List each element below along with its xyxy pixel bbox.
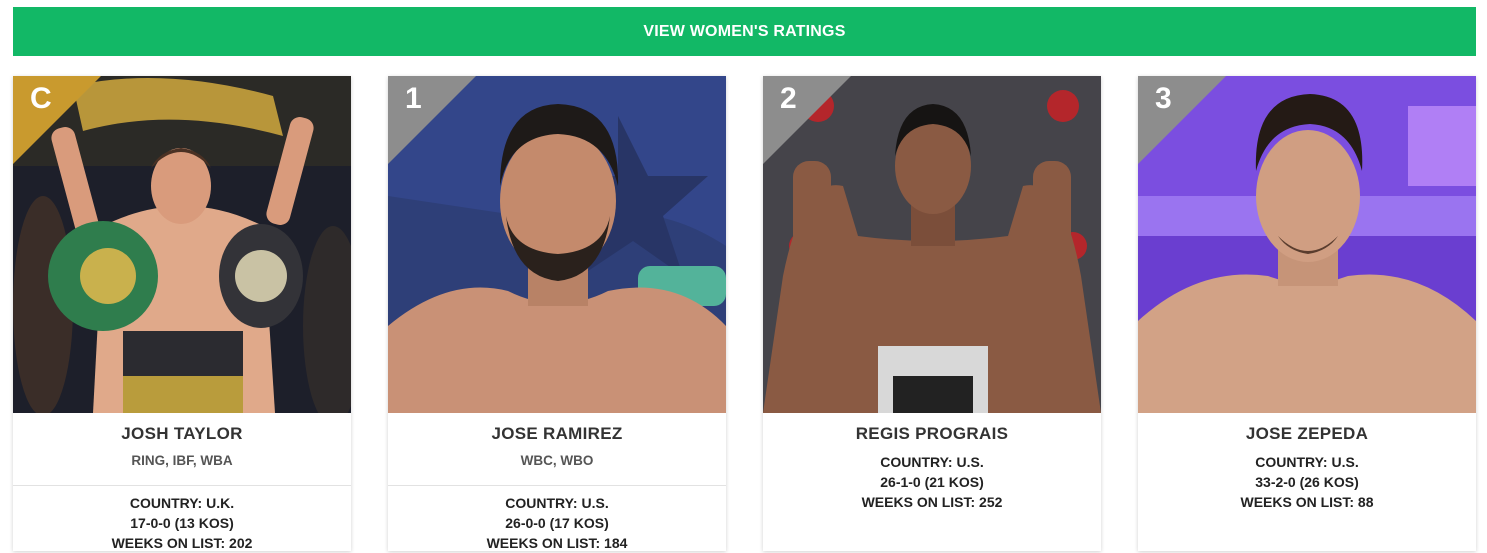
fighter-weeks: WEEKS ON LIST: 252 — [861, 494, 1003, 510]
fighter-record: 17-0-0 (13 KOS) — [130, 515, 234, 531]
rank-corner-badge — [388, 76, 476, 164]
fighter-weeks: WEEKS ON LIST: 202 — [111, 535, 253, 551]
fighter-weeks: WEEKS ON LIST: 88 — [1240, 494, 1374, 510]
fighter-name[interactable]: JOSE ZEPEDA — [1138, 424, 1476, 444]
fighter-card[interactable]: 2 REGIS PROGRAIS COUNTRY: U.S. 26-1-0 (2… — [763, 76, 1101, 551]
rank-corner-badge — [763, 76, 851, 164]
rank-corner-badge — [1138, 76, 1226, 164]
rank-label: 2 — [780, 82, 797, 115]
fighter-belts: WBC, WBO — [520, 453, 594, 468]
fighter-name[interactable]: REGIS PROGRAIS — [763, 424, 1101, 444]
fighter-country: COUNTRY: U.S. — [1255, 454, 1359, 470]
rank-label: 1 — [405, 82, 422, 115]
fighter-country: COUNTRY: U.S. — [880, 454, 984, 470]
fighter-record: 26-1-0 (21 KOS) — [880, 474, 984, 490]
fighter-stats: COUNTRY: U.S. 26-1-0 (21 KOS) WEEKS ON L… — [763, 452, 1101, 512]
champion-corner-badge — [13, 76, 101, 164]
fighter-record: 26-0-0 (17 KOS) — [505, 515, 609, 531]
fighter-photo[interactable]: 2 — [763, 76, 1101, 413]
rank-label: C — [30, 82, 52, 115]
fighter-weeks: WEEKS ON LIST: 184 — [486, 535, 628, 551]
fighter-photo[interactable]: C — [13, 76, 351, 413]
view-womens-ratings-button[interactable]: VIEW WOMEN'S RATINGS — [13, 7, 1476, 56]
fighter-stats: COUNTRY: U.S. 26-0-0 (17 KOS) WEEKS ON L… — [388, 493, 726, 553]
fighter-card[interactable]: 3 JOSE ZEPEDA COUNTRY: U.S. 33-2-0 (26 K… — [1138, 76, 1476, 551]
fighter-card[interactable]: 1 JOSE RAMIREZ WBC, WBO COUNTRY: U.S. 26… — [388, 76, 726, 551]
fighter-stats: COUNTRY: U.S. 33-2-0 (26 KOS) WEEKS ON L… — [1138, 452, 1476, 512]
fighter-country: COUNTRY: U.K. — [129, 495, 235, 511]
fighter-belts: RING, IBF, WBA — [131, 453, 233, 468]
fighter-photo[interactable]: 1 — [388, 76, 726, 413]
fighter-name[interactable]: JOSH TAYLOR — [13, 424, 351, 444]
fighter-country: COUNTRY: U.S. — [505, 495, 609, 511]
fighter-photo[interactable]: 3 — [1138, 76, 1476, 413]
fighter-card[interactable]: C JOSH TAYLOR RING, IBF, WBA COUNTRY: U.… — [13, 76, 351, 551]
rank-label: 3 — [1155, 82, 1172, 115]
fighter-record: 33-2-0 (26 KOS) — [1255, 474, 1359, 490]
fighter-stats: COUNTRY: U.K. 17-0-0 (13 KOS) WEEKS ON L… — [13, 493, 351, 553]
fighter-name[interactable]: JOSE RAMIREZ — [388, 424, 726, 444]
divider — [13, 485, 351, 486]
divider — [388, 485, 726, 486]
